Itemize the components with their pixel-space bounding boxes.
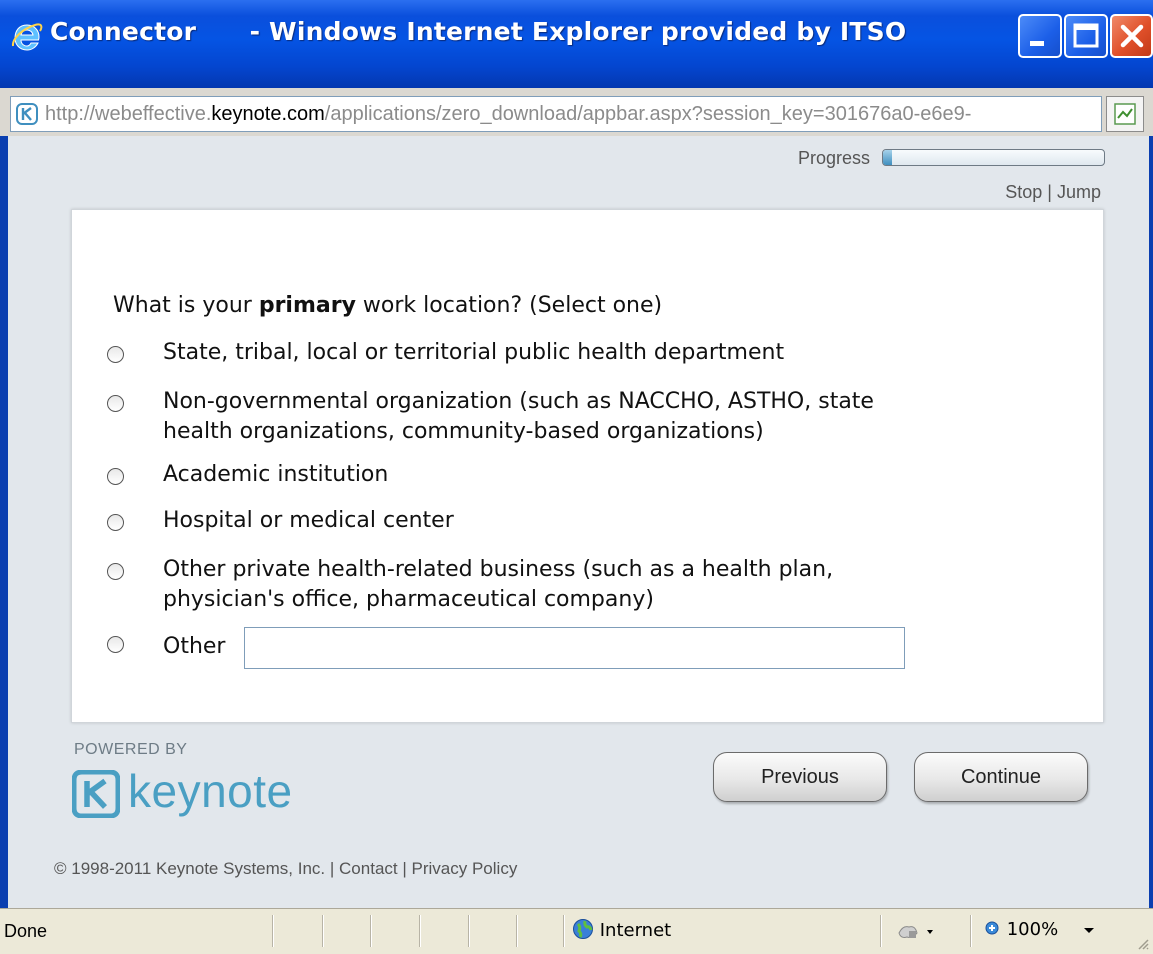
zoom-icon xyxy=(985,921,999,935)
progress-bar xyxy=(882,149,1105,166)
status-divider xyxy=(272,915,274,947)
option-label: Other private health-related business (s… xyxy=(163,555,833,615)
option-label-line: State, tribal, local or territorial publ… xyxy=(163,340,785,365)
feed-button[interactable] xyxy=(1106,96,1144,132)
jump-link[interactable]: Jump xyxy=(1057,182,1101,202)
zoom-level: 100% xyxy=(1006,919,1059,940)
footer-separator: | xyxy=(329,859,335,878)
status-divider xyxy=(322,915,324,947)
status-divider xyxy=(880,915,882,947)
status-text: Done xyxy=(4,921,48,941)
footer: © 1998-2011 Keynote Systems, Inc. | Cont… xyxy=(54,859,517,879)
maximize-button[interactable] xyxy=(1064,14,1108,58)
contact-link[interactable]: Contact xyxy=(339,859,398,878)
minimize-button[interactable] xyxy=(1018,14,1062,58)
option-label: Other xyxy=(163,632,225,662)
title-bar: Connector - Windows Internet Explorer pr… xyxy=(0,0,1153,88)
status-bar: Done Internet 100% xyxy=(0,908,1153,954)
footer-separator: | xyxy=(402,859,407,878)
option-label: Academic institution xyxy=(163,460,388,490)
question-card: What is your primary work location? (Sel… xyxy=(71,209,1104,723)
security-zone-label: Internet xyxy=(599,920,672,941)
minimize-icon xyxy=(1030,41,1044,46)
option-label-line: Non-governmental organization (such as N… xyxy=(163,389,874,414)
url-domain: keynote.com xyxy=(211,103,325,125)
option-label: State, tribal, local or territorial publ… xyxy=(163,338,784,368)
keynote-logo-icon xyxy=(72,770,120,818)
zoom-control[interactable]: 100% xyxy=(985,919,1096,940)
stop-jump-links: Stop | Jump xyxy=(1005,182,1101,203)
close-button[interactable] xyxy=(1110,14,1153,58)
chevron-down-icon xyxy=(1083,928,1094,933)
question-suffix: work location? (Select one) xyxy=(355,293,663,318)
progress-fill xyxy=(883,150,892,165)
progress-label: Progress xyxy=(798,148,871,168)
radio-button[interactable] xyxy=(107,563,124,580)
page-content: Progress Stop | Jump What is your primar… xyxy=(8,136,1149,908)
option-label-line: health organizations, community-based or… xyxy=(163,419,764,444)
url-prefix: http://webeffective. xyxy=(45,103,212,125)
maximize-icon xyxy=(1073,23,1099,48)
protected-mode-icon xyxy=(898,926,933,938)
status-divider xyxy=(563,915,565,947)
question-text: What is your primary work location? (Sel… xyxy=(113,293,662,318)
status-divider xyxy=(370,915,372,947)
radio-button[interactable] xyxy=(107,514,124,531)
url-suffix: /applications/zero_download/appbar.aspx?… xyxy=(324,103,972,125)
option-label-line: Other xyxy=(163,634,226,659)
protected-mode-button[interactable] xyxy=(895,919,937,947)
stop-jump-separator: | xyxy=(1047,182,1052,202)
globe-icon xyxy=(573,919,593,939)
radio-button[interactable] xyxy=(107,636,124,653)
option-label-line: Other private health-related business (s… xyxy=(163,557,834,582)
status-divider xyxy=(468,915,470,947)
option-label-line: Hospital or medical center xyxy=(163,508,454,533)
keynote-favicon-icon xyxy=(16,103,38,125)
feed-icon xyxy=(1114,103,1136,125)
copyright-text: © 1998-2011 Keynote Systems, Inc. xyxy=(54,859,326,878)
question-emphasis: primary xyxy=(258,293,356,318)
stop-link[interactable]: Stop xyxy=(1005,182,1042,202)
continue-button[interactable]: Continue xyxy=(914,752,1088,802)
status-divider xyxy=(516,915,518,947)
status-divider xyxy=(419,915,421,947)
other-text-input[interactable] xyxy=(244,627,905,669)
option-label-line: Academic institution xyxy=(163,462,389,487)
radio-button[interactable] xyxy=(107,468,124,485)
internet-explorer-icon xyxy=(11,23,43,51)
previous-button[interactable]: Previous xyxy=(713,752,887,802)
close-icon xyxy=(1120,24,1144,48)
address-url: http://webeffective.keynote.com/applicat… xyxy=(45,103,971,126)
option-label: Hospital or medical center xyxy=(163,506,454,536)
privacy-policy-link[interactable]: Privacy Policy xyxy=(412,859,518,878)
question-prefix: What is your xyxy=(113,293,259,318)
powered-by-label: POWERED BY xyxy=(74,741,188,758)
radio-button[interactable] xyxy=(107,346,124,363)
address-bar[interactable]: http://webeffective.keynote.com/applicat… xyxy=(10,96,1102,132)
option-label: Non-governmental organization (such as N… xyxy=(163,387,874,447)
address-bar-row: http://webeffective.keynote.com/applicat… xyxy=(0,88,1153,136)
radio-button[interactable] xyxy=(107,395,124,412)
window-title: Connector - Windows Internet Explorer pr… xyxy=(50,17,907,46)
keynote-logo-text: keynote xyxy=(128,765,293,817)
status-divider xyxy=(970,915,972,947)
security-zone[interactable]: Internet xyxy=(572,918,671,941)
resize-grip-icon[interactable] xyxy=(1137,938,1149,950)
option-label-line: physician's office, pharmaceutical compa… xyxy=(163,587,654,612)
